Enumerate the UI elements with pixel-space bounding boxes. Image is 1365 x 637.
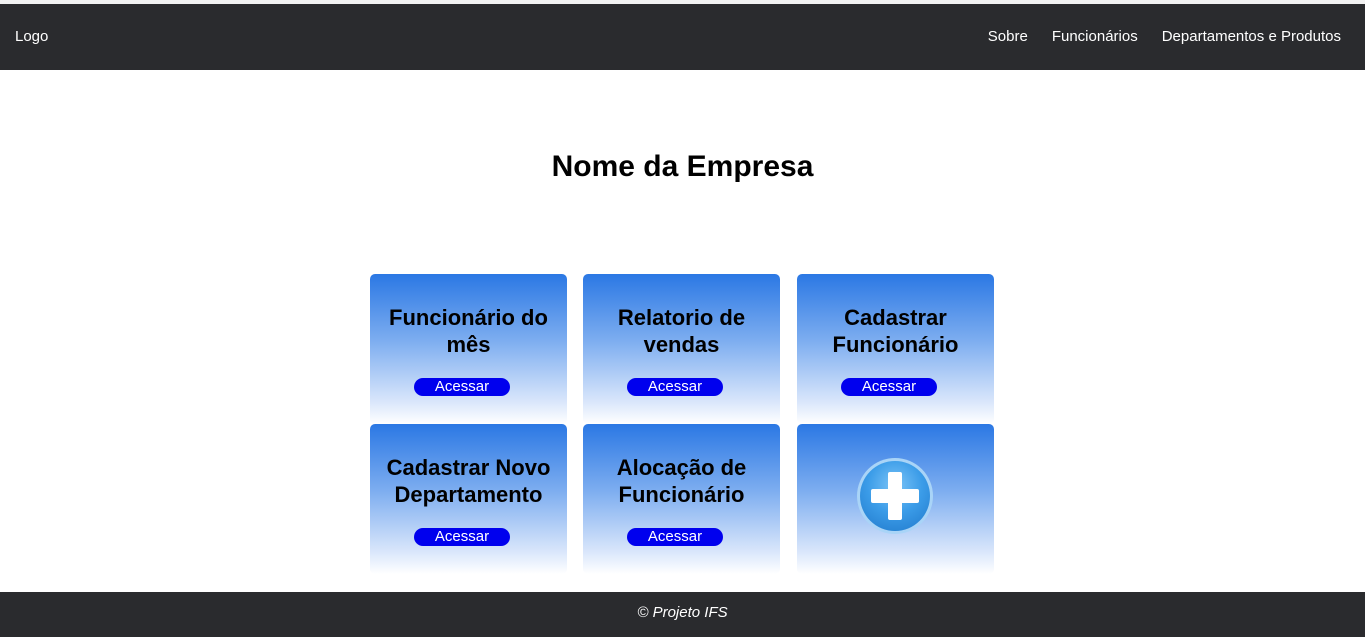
card-title: Relatorio de vendas [617, 305, 746, 357]
access-button[interactable]: Acessar [414, 528, 510, 546]
nav-link-departamentos-produtos[interactable]: Departamentos e Produtos [1162, 28, 1341, 46]
footer: © Projeto IFS [0, 592, 1365, 637]
access-button[interactable]: Acessar [627, 378, 723, 396]
nav-link-funcionarios[interactable]: Funcionários [1052, 28, 1138, 46]
access-button[interactable]: Acessar [841, 378, 937, 396]
navbar: Logo Sobre Funcionários Departamentos e … [0, 4, 1365, 70]
footer-copyright: © Projeto IFS [637, 604, 728, 621]
plus-icon[interactable] [855, 456, 935, 536]
card-funcionario-do-mes: Funcionário do mês Acessar [370, 274, 567, 424]
card-add-new[interactable] [797, 424, 994, 574]
card-alocacao-funcionario: Alocação de Funcionário Acessar [583, 424, 780, 574]
logo-link[interactable]: Logo [15, 28, 48, 46]
access-button[interactable]: Acessar [627, 528, 723, 546]
access-button[interactable]: Acessar [414, 378, 510, 396]
card-title: Alocação de Funcionário [616, 455, 747, 507]
page-title: Nome da Empresa [551, 150, 814, 183]
card-relatorio-de-vendas: Relatorio de vendas Acessar [583, 274, 780, 424]
card-title: Cadastrar Funcionário [832, 305, 959, 357]
card-title: Funcionário do mês [389, 305, 548, 357]
card-cadastrar-departamento: Cadastrar Novo Departamento Acessar [370, 424, 567, 574]
nav-link-sobre[interactable]: Sobre [988, 28, 1028, 46]
card-title: Cadastrar Novo Departamento [386, 455, 551, 507]
card-cadastrar-funcionario: Cadastrar Funcionário Acessar [797, 274, 994, 424]
nav-links: Sobre Funcionários Departamentos e Produ… [988, 28, 1341, 46]
